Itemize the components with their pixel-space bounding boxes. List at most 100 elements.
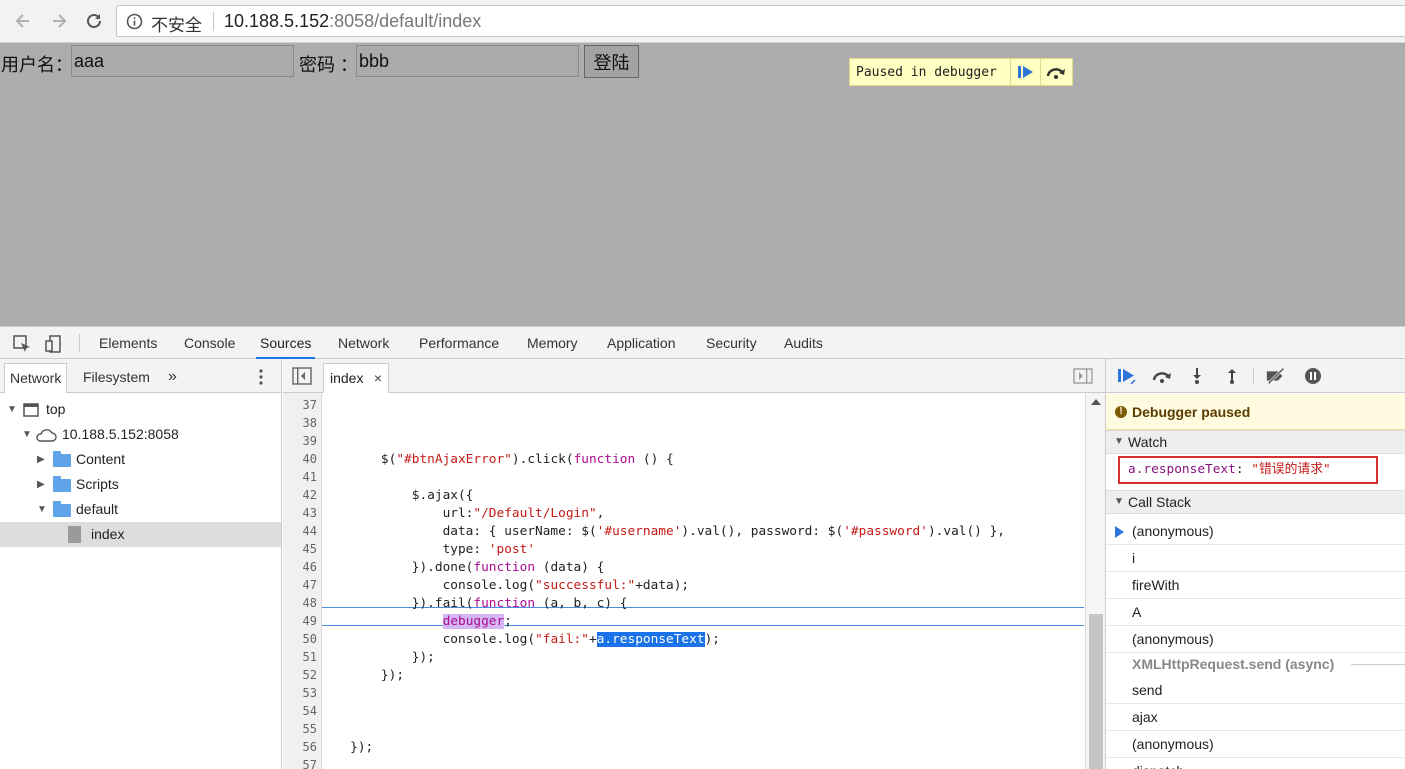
step-over-button[interactable] xyxy=(1151,365,1173,387)
url-path: :8058/default/index xyxy=(329,11,482,31)
tab-application[interactable]: Application xyxy=(603,327,680,359)
line-number[interactable]: 46 xyxy=(287,560,317,574)
banner-resume-button[interactable] xyxy=(1010,59,1040,85)
tab-audits[interactable]: Audits xyxy=(780,327,827,359)
insecure-label[interactable]: 不安全 xyxy=(151,11,202,36)
pause-on-exceptions-button[interactable] xyxy=(1302,365,1324,387)
tab-console[interactable]: Console xyxy=(180,327,239,359)
line-number[interactable]: 51 xyxy=(287,650,317,664)
call-stack-section-header[interactable]: ▼ Call Stack xyxy=(1106,490,1405,514)
call-stack-frame[interactable]: send xyxy=(1106,677,1405,704)
call-stack-frame[interactable]: A xyxy=(1106,599,1405,626)
watch-value: "错误的请求" xyxy=(1251,462,1331,477)
navigator-tab-network[interactable]: Network xyxy=(4,363,68,393)
folder-icon xyxy=(53,501,71,517)
username-input[interactable] xyxy=(71,45,294,77)
line-number[interactable]: 48 xyxy=(287,596,317,610)
line-number[interactable]: 40 xyxy=(287,452,317,466)
line-number[interactable]: 50 xyxy=(287,632,317,646)
tab-memory[interactable]: Memory xyxy=(523,327,582,359)
reload-button[interactable] xyxy=(81,8,107,34)
step-out-button[interactable] xyxy=(1221,365,1243,387)
editor-scrollbar[interactable] xyxy=(1085,393,1105,769)
call-stack-frame-current[interactable]: (anonymous) xyxy=(1106,518,1405,545)
kebab-menu-icon[interactable] xyxy=(258,368,264,386)
line-number[interactable]: 54 xyxy=(287,704,317,718)
line-number[interactable]: 42 xyxy=(287,488,317,502)
password-label: 密码 ： xyxy=(299,55,359,75)
call-stack-frame[interactable]: (anonymous) xyxy=(1106,626,1405,653)
line-number-gutter[interactable]: 37 38 39 40 41 42 43 44 45 46 47 48 49 50 51 52 53 54 55 56… xyxy=(283,393,322,769)
tab-network[interactable]: Network xyxy=(334,327,393,359)
call-stack-frame[interactable]: fireWith xyxy=(1106,572,1405,599)
inspect-element-icon[interactable] xyxy=(12,334,32,354)
call-stack-frame[interactable]: i xyxy=(1106,545,1405,572)
line-number[interactable]: 55 xyxy=(287,722,317,736)
frame-label: dispatch xyxy=(1132,763,1184,769)
call-stack-frame[interactable]: (anonymous) xyxy=(1106,731,1405,758)
code-line-56: }); xyxy=(327,740,374,755)
more-tabs-chevron-icon[interactable]: » xyxy=(163,363,182,393)
scroll-up-arrow-icon[interactable] xyxy=(1091,399,1101,405)
tree-item-host[interactable]: ▼ 10.188.5.152:8058 xyxy=(0,422,281,447)
tab-performance[interactable]: Performance xyxy=(415,327,503,359)
line-number[interactable]: 57 xyxy=(287,758,317,769)
line-number[interactable]: 53 xyxy=(287,686,317,700)
tree-label: 10.188.5.152:8058 xyxy=(62,426,179,442)
line-number[interactable]: 39 xyxy=(287,434,317,448)
tree-item-top[interactable]: ▼ top xyxy=(0,397,281,422)
address-bar[interactable]: 不安全 10.188.5.152:8058/default/index xyxy=(116,5,1405,37)
tree-item-index[interactable]: index xyxy=(0,522,281,547)
tree-item-default[interactable]: ▼ default xyxy=(0,497,281,522)
back-button[interactable] xyxy=(10,8,36,34)
banner-step-over-button[interactable] xyxy=(1040,59,1070,85)
tree-item-content[interactable]: ▶ Content xyxy=(0,447,281,472)
scrollbar-thumb[interactable] xyxy=(1089,614,1103,769)
url-text[interactable]: 10.188.5.152:8058/default/index xyxy=(224,11,481,32)
watch-colon: : xyxy=(1235,462,1252,477)
line-number[interactable]: 49 xyxy=(287,614,317,628)
login-button[interactable]: 登陆 xyxy=(584,45,639,78)
deactivate-breakpoints-button[interactable] xyxy=(1265,365,1287,387)
resume-button[interactable] xyxy=(1116,365,1138,387)
frame-label: (anonymous) xyxy=(1132,523,1214,539)
navigator-tab-filesystem[interactable]: Filesystem xyxy=(78,363,155,393)
frame-label: ajax xyxy=(1132,709,1158,725)
tab-elements[interactable]: Elements xyxy=(95,327,161,359)
tree-item-scripts[interactable]: ▶ Scripts xyxy=(0,472,281,497)
line-number[interactable]: 41 xyxy=(287,470,317,484)
code-area[interactable]: 37 38 39 40 41 42 43 44 45 46 47 48 49 50 51 52 53 54 55 56… xyxy=(283,393,1105,769)
info-icon[interactable] xyxy=(126,13,143,30)
line-number[interactable]: 43 xyxy=(287,506,317,520)
forward-button[interactable] xyxy=(46,8,72,34)
line-number[interactable]: 56 xyxy=(287,740,317,754)
line-number[interactable]: 52 xyxy=(287,668,317,682)
line-number[interactable]: 37 xyxy=(287,398,317,412)
toggle-debugger-icon[interactable] xyxy=(1073,368,1093,384)
toggle-navigator-icon[interactable] xyxy=(292,367,312,385)
call-stack-frame[interactable]: ajax xyxy=(1106,704,1405,731)
call-stack-frame[interactable]: dispatch xyxy=(1106,758,1405,769)
device-toolbar-icon[interactable] xyxy=(44,334,64,354)
close-tab-icon[interactable]: × xyxy=(374,364,382,392)
code-line-51: }); xyxy=(327,650,435,665)
frame-label: (anonymous) xyxy=(1132,631,1214,647)
line-number[interactable]: 38 xyxy=(287,416,317,430)
tree-label: top xyxy=(46,401,66,417)
password-input[interactable] xyxy=(356,45,579,77)
frame-label: fireWith xyxy=(1132,577,1180,593)
editor-tab-index[interactable]: index × xyxy=(323,363,389,393)
line-number[interactable]: 44 xyxy=(287,524,317,538)
expanded-triangle-icon: ▼ xyxy=(22,429,32,440)
line-number[interactable]: 45 xyxy=(287,542,317,556)
tab-sources[interactable]: Sources xyxy=(256,327,316,359)
code-line-40: $("#btnAjaxError").click(function () { xyxy=(327,452,674,467)
step-into-icon xyxy=(1193,368,1201,384)
watch-expression-row[interactable]: a.responseText: "错误的请求" xyxy=(1118,456,1378,484)
watch-section-header[interactable]: ▼ Watch xyxy=(1106,430,1405,454)
tab-security[interactable]: Security xyxy=(702,327,761,359)
line-number[interactable]: 47 xyxy=(287,578,317,592)
code-line-49: debugger; xyxy=(442,614,512,629)
step-into-button[interactable] xyxy=(1186,365,1208,387)
resume-icon xyxy=(1017,66,1033,78)
